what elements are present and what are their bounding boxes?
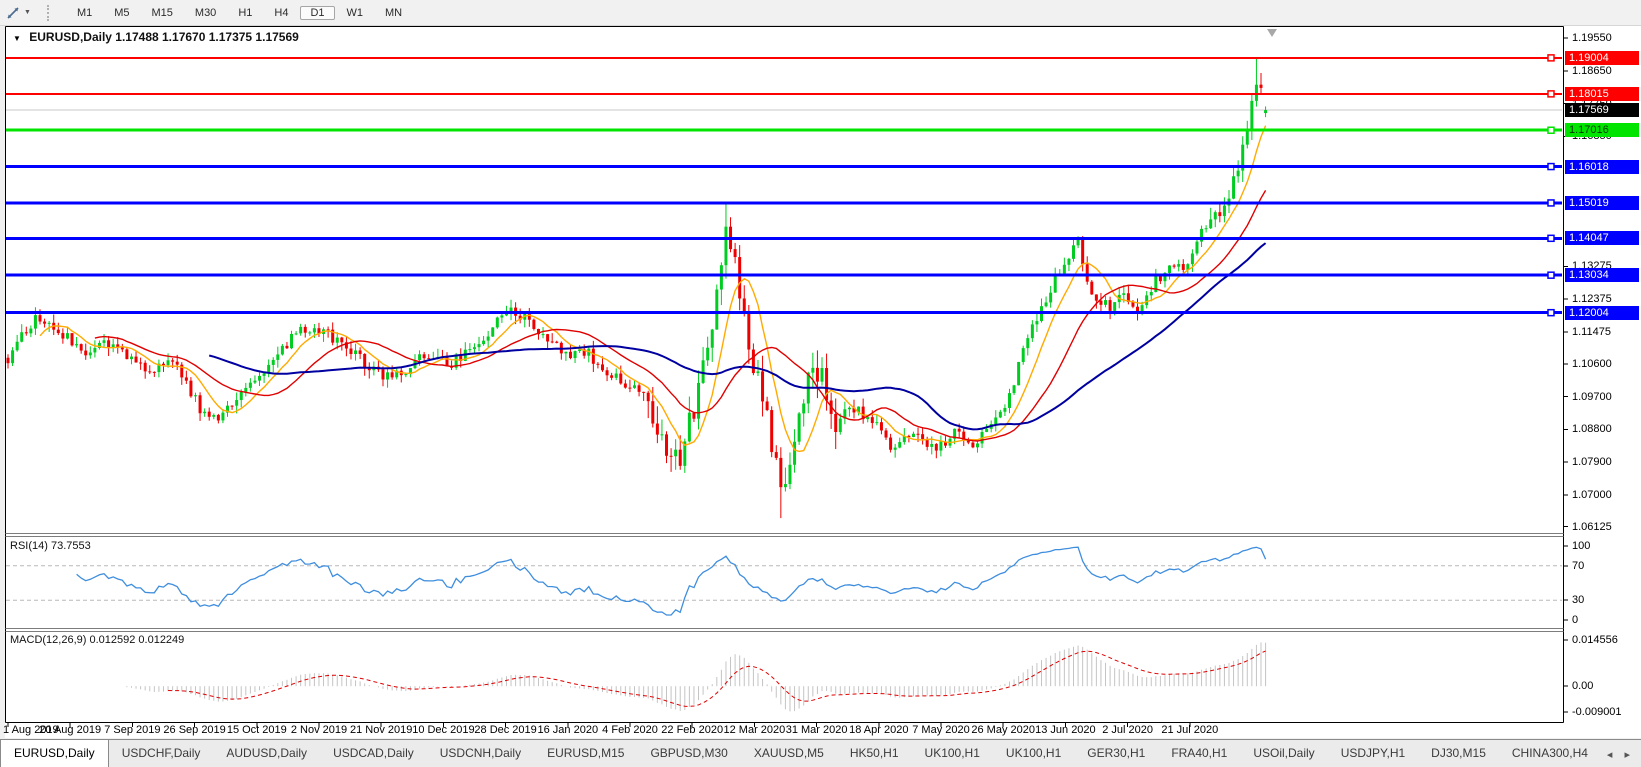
rsi-axis-label: 0 bbox=[1572, 614, 1578, 626]
price-line-tag: 1.12004 bbox=[1565, 306, 1639, 320]
price-axis-label: 1.19550 bbox=[1572, 32, 1612, 44]
date-axis-label: 2 Nov 2019 bbox=[291, 724, 347, 736]
macd-axis-label: -0.009001 bbox=[1572, 706, 1622, 718]
macd-axis-label: 0.014556 bbox=[1572, 634, 1618, 646]
date-axis-label: 18 Apr 2020 bbox=[849, 724, 908, 736]
date-axis-label: 16 Jan 2020 bbox=[538, 724, 599, 736]
price-line-tag: 1.19004 bbox=[1565, 51, 1639, 65]
price-line-tag: 1.14047 bbox=[1565, 231, 1639, 245]
tab-fra40-h1[interactable]: FRA40,H1 bbox=[1158, 740, 1240, 767]
price-axis-label: 1.07000 bbox=[1572, 489, 1612, 501]
tab-eurusd-daily[interactable]: EURUSD,Daily bbox=[0, 739, 109, 767]
tab-usdcnh-daily[interactable]: USDCNH,Daily bbox=[427, 740, 534, 767]
price-axis-label: 1.11475 bbox=[1572, 326, 1611, 338]
tab-ger30-h1[interactable]: GER30,H1 bbox=[1074, 740, 1158, 767]
tab-scroll-right-icon[interactable]: ▸ bbox=[1618, 748, 1636, 761]
tab-gbpusd-m30[interactable]: GBPUSD,M30 bbox=[637, 740, 740, 767]
price-axis-label: 1.08800 bbox=[1572, 423, 1612, 435]
date-axis-label: 22 Feb 2020 bbox=[661, 724, 723, 736]
date-axis-label: 15 Oct 2019 bbox=[227, 724, 287, 736]
tab-hk50-h1[interactable]: HK50,H1 bbox=[837, 740, 912, 767]
chart-title: ▼ EURUSD,Daily 1.17488 1.17670 1.17375 1… bbox=[13, 30, 299, 44]
date-axis-label: 26 Sep 2019 bbox=[163, 724, 225, 736]
down-arrow-marker-icon bbox=[1267, 29, 1277, 37]
date-axis-label: 21 Jul 2020 bbox=[1161, 724, 1218, 736]
tab-usdcad-daily[interactable]: USDCAD,Daily bbox=[320, 740, 427, 767]
tab-uk100-h1[interactable]: UK100,H1 bbox=[993, 740, 1074, 767]
date-axis-label: 20 Aug 2019 bbox=[39, 724, 101, 736]
price-axis-label: 1.12375 bbox=[1572, 293, 1612, 305]
chart-tab-bar: EURUSD,DailyUSDCHF,DailyAUDUSD,DailyUSDC… bbox=[0, 739, 1641, 767]
price-line-tag: 1.13034 bbox=[1565, 268, 1639, 282]
chart-symbol-label: EURUSD,Daily bbox=[29, 30, 112, 44]
date-axis-label: 10 Dec 2019 bbox=[412, 724, 474, 736]
rsi-axis-label: 70 bbox=[1572, 560, 1584, 572]
current-price-tag: 1.17569 bbox=[1565, 103, 1639, 117]
tab-scroll-left-icon[interactable]: ◂ bbox=[1601, 748, 1619, 761]
date-axis-label: 26 May 2020 bbox=[971, 724, 1035, 736]
date-axis-label: 7 May 2020 bbox=[912, 724, 969, 736]
rsi-indicator-label: RSI(14) 73.7553 bbox=[10, 540, 91, 552]
rsi-axis-label: 100 bbox=[1572, 540, 1590, 552]
date-axis-label: 7 Sep 2019 bbox=[104, 724, 160, 736]
chart-ohlc-values: 1.17488 1.17670 1.17375 1.17569 bbox=[115, 30, 299, 44]
date-axis-label: 28 Dec 2019 bbox=[474, 724, 536, 736]
tab-usdjpy-h1[interactable]: USDJPY,H1 bbox=[1328, 740, 1418, 767]
date-axis-label: 13 Jun 2020 bbox=[1035, 724, 1096, 736]
price-axis-label: 1.06125 bbox=[1572, 521, 1612, 533]
date-axis-label: 21 Nov 2019 bbox=[350, 724, 412, 736]
price-line-tag: 1.15019 bbox=[1565, 196, 1639, 210]
tab-china300-h4[interactable]: CHINA300,H4 bbox=[1499, 740, 1601, 767]
tab-uk100-h1[interactable]: UK100,H1 bbox=[912, 740, 993, 767]
tab-usoil-daily[interactable]: USOil,Daily bbox=[1240, 740, 1327, 767]
macd-indicator-label: MACD(12,26,9) 0.012592 0.012249 bbox=[10, 634, 184, 646]
macd-axis-label: 0.00 bbox=[1572, 680, 1593, 692]
trading-app-window: ▼ M1M5M15M30H1H4D1W1MN ▼ EURUSD,Daily 1.… bbox=[0, 0, 1641, 767]
price-axis-label: 1.18650 bbox=[1572, 65, 1612, 77]
date-axis-label: 2 Jul 2020 bbox=[1102, 724, 1153, 736]
date-axis-label: 4 Feb 2020 bbox=[602, 724, 658, 736]
tab-scrollers: ◂▸ bbox=[1601, 740, 1641, 767]
price-axis-label: 1.10600 bbox=[1572, 358, 1612, 370]
date-axis-label: 12 Mar 2020 bbox=[724, 724, 786, 736]
rsi-axis-label: 30 bbox=[1572, 594, 1584, 606]
chart-canvas[interactable] bbox=[0, 0, 1641, 767]
price-line-tag: 1.16018 bbox=[1565, 160, 1639, 174]
panel-splitter-macd[interactable] bbox=[5, 628, 1564, 632]
tab-audusd-daily[interactable]: AUDUSD,Daily bbox=[213, 740, 320, 767]
collapse-triangle-icon[interactable]: ▼ bbox=[13, 34, 21, 43]
tab-dj30-m15[interactable]: DJ30,M15 bbox=[1418, 740, 1499, 767]
date-axis-label: 31 Mar 2020 bbox=[786, 724, 848, 736]
panel-splitter-rsi[interactable] bbox=[5, 533, 1564, 537]
price-axis-label: 1.07900 bbox=[1572, 456, 1612, 468]
price-line-tag: 1.17016 bbox=[1565, 123, 1639, 137]
tab-xauusd-m5[interactable]: XAUUSD,M5 bbox=[741, 740, 837, 767]
tab-eurusd-m15[interactable]: EURUSD,M15 bbox=[534, 740, 637, 767]
price-line-tag: 1.18015 bbox=[1565, 87, 1639, 101]
tab-usdchf-daily[interactable]: USDCHF,Daily bbox=[109, 740, 214, 767]
price-axis-label: 1.09700 bbox=[1572, 391, 1612, 403]
